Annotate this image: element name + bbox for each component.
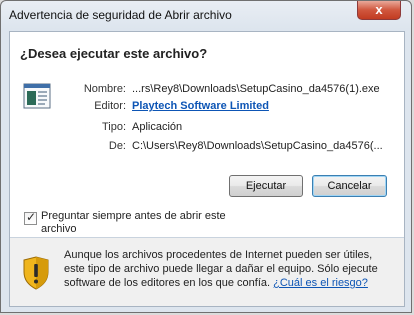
- checkmark-icon: ✓: [26, 210, 37, 224]
- type-value: Aplicación: [132, 121, 183, 133]
- dialog-content: ¿Desea ejecutar este archivo? Nombre: ..…: [9, 31, 405, 307]
- close-icon: x: [375, 2, 383, 17]
- always-ask-label[interactable]: Preguntar siempre antes de abrir este ar…: [41, 210, 231, 236]
- close-button[interactable]: x: [357, 1, 401, 20]
- warning-panel: Aunque los archivos procedentes de Inter…: [10, 238, 404, 306]
- window-title: Advertencia de seguridad de Abrir archiv…: [9, 8, 232, 22]
- from-value: C:\Users\Rey8\Downloads\SetupCasino_da45…: [132, 140, 383, 152]
- security-shield-warning-icon: [23, 256, 49, 290]
- dialog-heading: ¿Desea ejecutar este archivo?: [20, 46, 208, 61]
- cancel-button[interactable]: Cancelar: [312, 175, 387, 197]
- publisher-label: Editor:: [94, 100, 126, 112]
- publisher-link[interactable]: Playtech Software Limited: [132, 100, 269, 112]
- run-button[interactable]: Ejecutar: [229, 175, 303, 197]
- warning-text: Aunque los archivos procedentes de Inter…: [64, 248, 390, 290]
- always-ask-checkbox[interactable]: ✓: [24, 210, 37, 225]
- application-file-icon: [23, 83, 51, 109]
- security-warning-dialog: Advertencia de seguridad de Abrir archiv…: [0, 0, 412, 313]
- type-label: Tipo:: [101, 121, 126, 133]
- title-bar[interactable]: Advertencia de seguridad de Abrir archiv…: [1, 1, 413, 31]
- risk-link[interactable]: ¿Cuál es el riesgo?: [273, 277, 368, 289]
- from-label: De:: [108, 140, 126, 152]
- name-value: ...rs\Rey8\Downloads\SetupCasino_da4576(…: [132, 83, 380, 95]
- name-label: Nombre:: [83, 83, 126, 95]
